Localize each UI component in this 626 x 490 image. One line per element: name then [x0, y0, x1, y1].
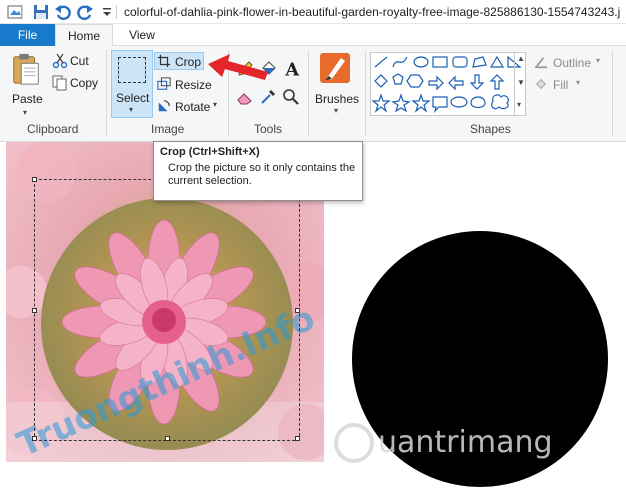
shapes-gallery-icons	[371, 55, 522, 113]
rotate-label: Rotate	[175, 100, 211, 114]
redo-icon[interactable]	[76, 3, 94, 21]
ribbon: Paste ▾ Cut Copy Clipboard Select ▾ Crop	[0, 46, 626, 142]
select-button[interactable]: Select ▾	[111, 50, 153, 118]
crop-tooltip: Crop (Ctrl+Shift+X) Crop the picture so …	[153, 141, 363, 201]
menu-bar: File Home View	[0, 24, 626, 47]
brushes-label: Brushes	[315, 92, 360, 106]
separator	[106, 50, 107, 136]
tab-file[interactable]: File	[0, 24, 55, 46]
copy-icon	[52, 75, 67, 91]
copy-button[interactable]: Copy	[52, 74, 104, 92]
scroll-up-icon[interactable]: ▲	[517, 54, 525, 63]
scroll-down-icon[interactable]: ▼	[517, 78, 525, 87]
select-dropdown-icon: ▾	[129, 105, 134, 114]
paste-icon	[13, 53, 39, 85]
tab-view[interactable]: View	[113, 24, 171, 47]
resize-handle[interactable]	[295, 436, 300, 441]
separator	[612, 50, 613, 136]
text-icon[interactable]: A	[282, 59, 302, 79]
separator	[308, 50, 309, 136]
color-picker-icon[interactable]	[259, 88, 277, 106]
cut-label: Cut	[70, 54, 89, 68]
paste-button[interactable]: Paste ▾	[6, 50, 46, 117]
tooltip-body: Crop the picture so it only contains the…	[168, 162, 356, 187]
watermark-right: uantrimang	[378, 425, 553, 460]
resize-handle[interactable]	[295, 308, 300, 313]
brush-icon	[320, 53, 350, 83]
cut-button[interactable]: Cut	[52, 52, 104, 70]
red-arrow-annotation	[208, 54, 268, 80]
window-title: colorful-of-dahlia-pink-flower-in-beauti…	[124, 5, 621, 19]
fill-label: Fill	[553, 78, 569, 92]
crop-button[interactable]: Crop	[154, 52, 204, 70]
selection-rectangle[interactable]	[32, 177, 300, 441]
clipboard-group-label: Clipboard	[27, 122, 79, 136]
shapes-gallery[interactable]	[370, 52, 526, 116]
rotate-dropdown-icon: ▾	[213, 100, 218, 109]
rotate-button[interactable]: Rotate ▾	[155, 98, 221, 116]
scissors-icon	[52, 53, 68, 69]
fill-icon	[536, 79, 546, 89]
rotate-icon	[158, 100, 170, 112]
outline-label: Outline	[553, 56, 592, 70]
resize-handle[interactable]	[165, 436, 170, 441]
crop-icon	[157, 54, 171, 68]
resize-handle[interactable]	[32, 308, 37, 313]
paste-dropdown-icon: ▾	[23, 108, 28, 117]
outline-dropdown-icon: ▾	[596, 56, 601, 65]
outline-icon	[534, 57, 548, 69]
image-group-label: Image	[151, 122, 185, 136]
customize-quick-access-icon[interactable]	[98, 3, 116, 21]
resize-handle[interactable]	[32, 177, 37, 182]
fill-dropdown-icon: ▾	[576, 78, 581, 87]
paste-label: Paste	[12, 92, 43, 106]
tools-group-label: Tools	[254, 122, 283, 136]
resize-handle[interactable]	[32, 436, 37, 441]
shapes-group-label: Shapes	[470, 122, 511, 136]
shapes-scroll-buttons[interactable]: ▲ ▼ ▾	[514, 52, 526, 116]
undo-icon[interactable]	[54, 3, 72, 21]
eraser-icon[interactable]	[236, 88, 254, 106]
copy-label: Copy	[70, 76, 99, 90]
crop-label: Crop	[175, 55, 202, 69]
tooltip-title: Crop (Ctrl+Shift+X)	[160, 146, 260, 158]
save-icon[interactable]	[32, 3, 50, 21]
tab-home[interactable]: Home	[55, 24, 113, 47]
separator	[365, 50, 366, 136]
brushes-dropdown-icon: ▾	[334, 106, 339, 115]
select-rectangle-icon	[118, 57, 146, 83]
fill-button[interactable]: Fill ▾	[534, 76, 606, 94]
magnifier-icon[interactable]	[282, 88, 300, 106]
svg-text:A: A	[284, 60, 299, 79]
outline-button[interactable]: Outline ▾	[534, 54, 606, 72]
quantrimang-logo	[334, 423, 374, 463]
select-label: Select	[116, 91, 150, 105]
brushes-button[interactable]: Brushes ▾	[313, 50, 361, 118]
resize-icon	[157, 77, 171, 90]
title-bar: colorful-of-dahlia-pink-flower-in-beauti…	[0, 0, 626, 24]
more-shapes-icon[interactable]: ▾	[517, 100, 521, 109]
